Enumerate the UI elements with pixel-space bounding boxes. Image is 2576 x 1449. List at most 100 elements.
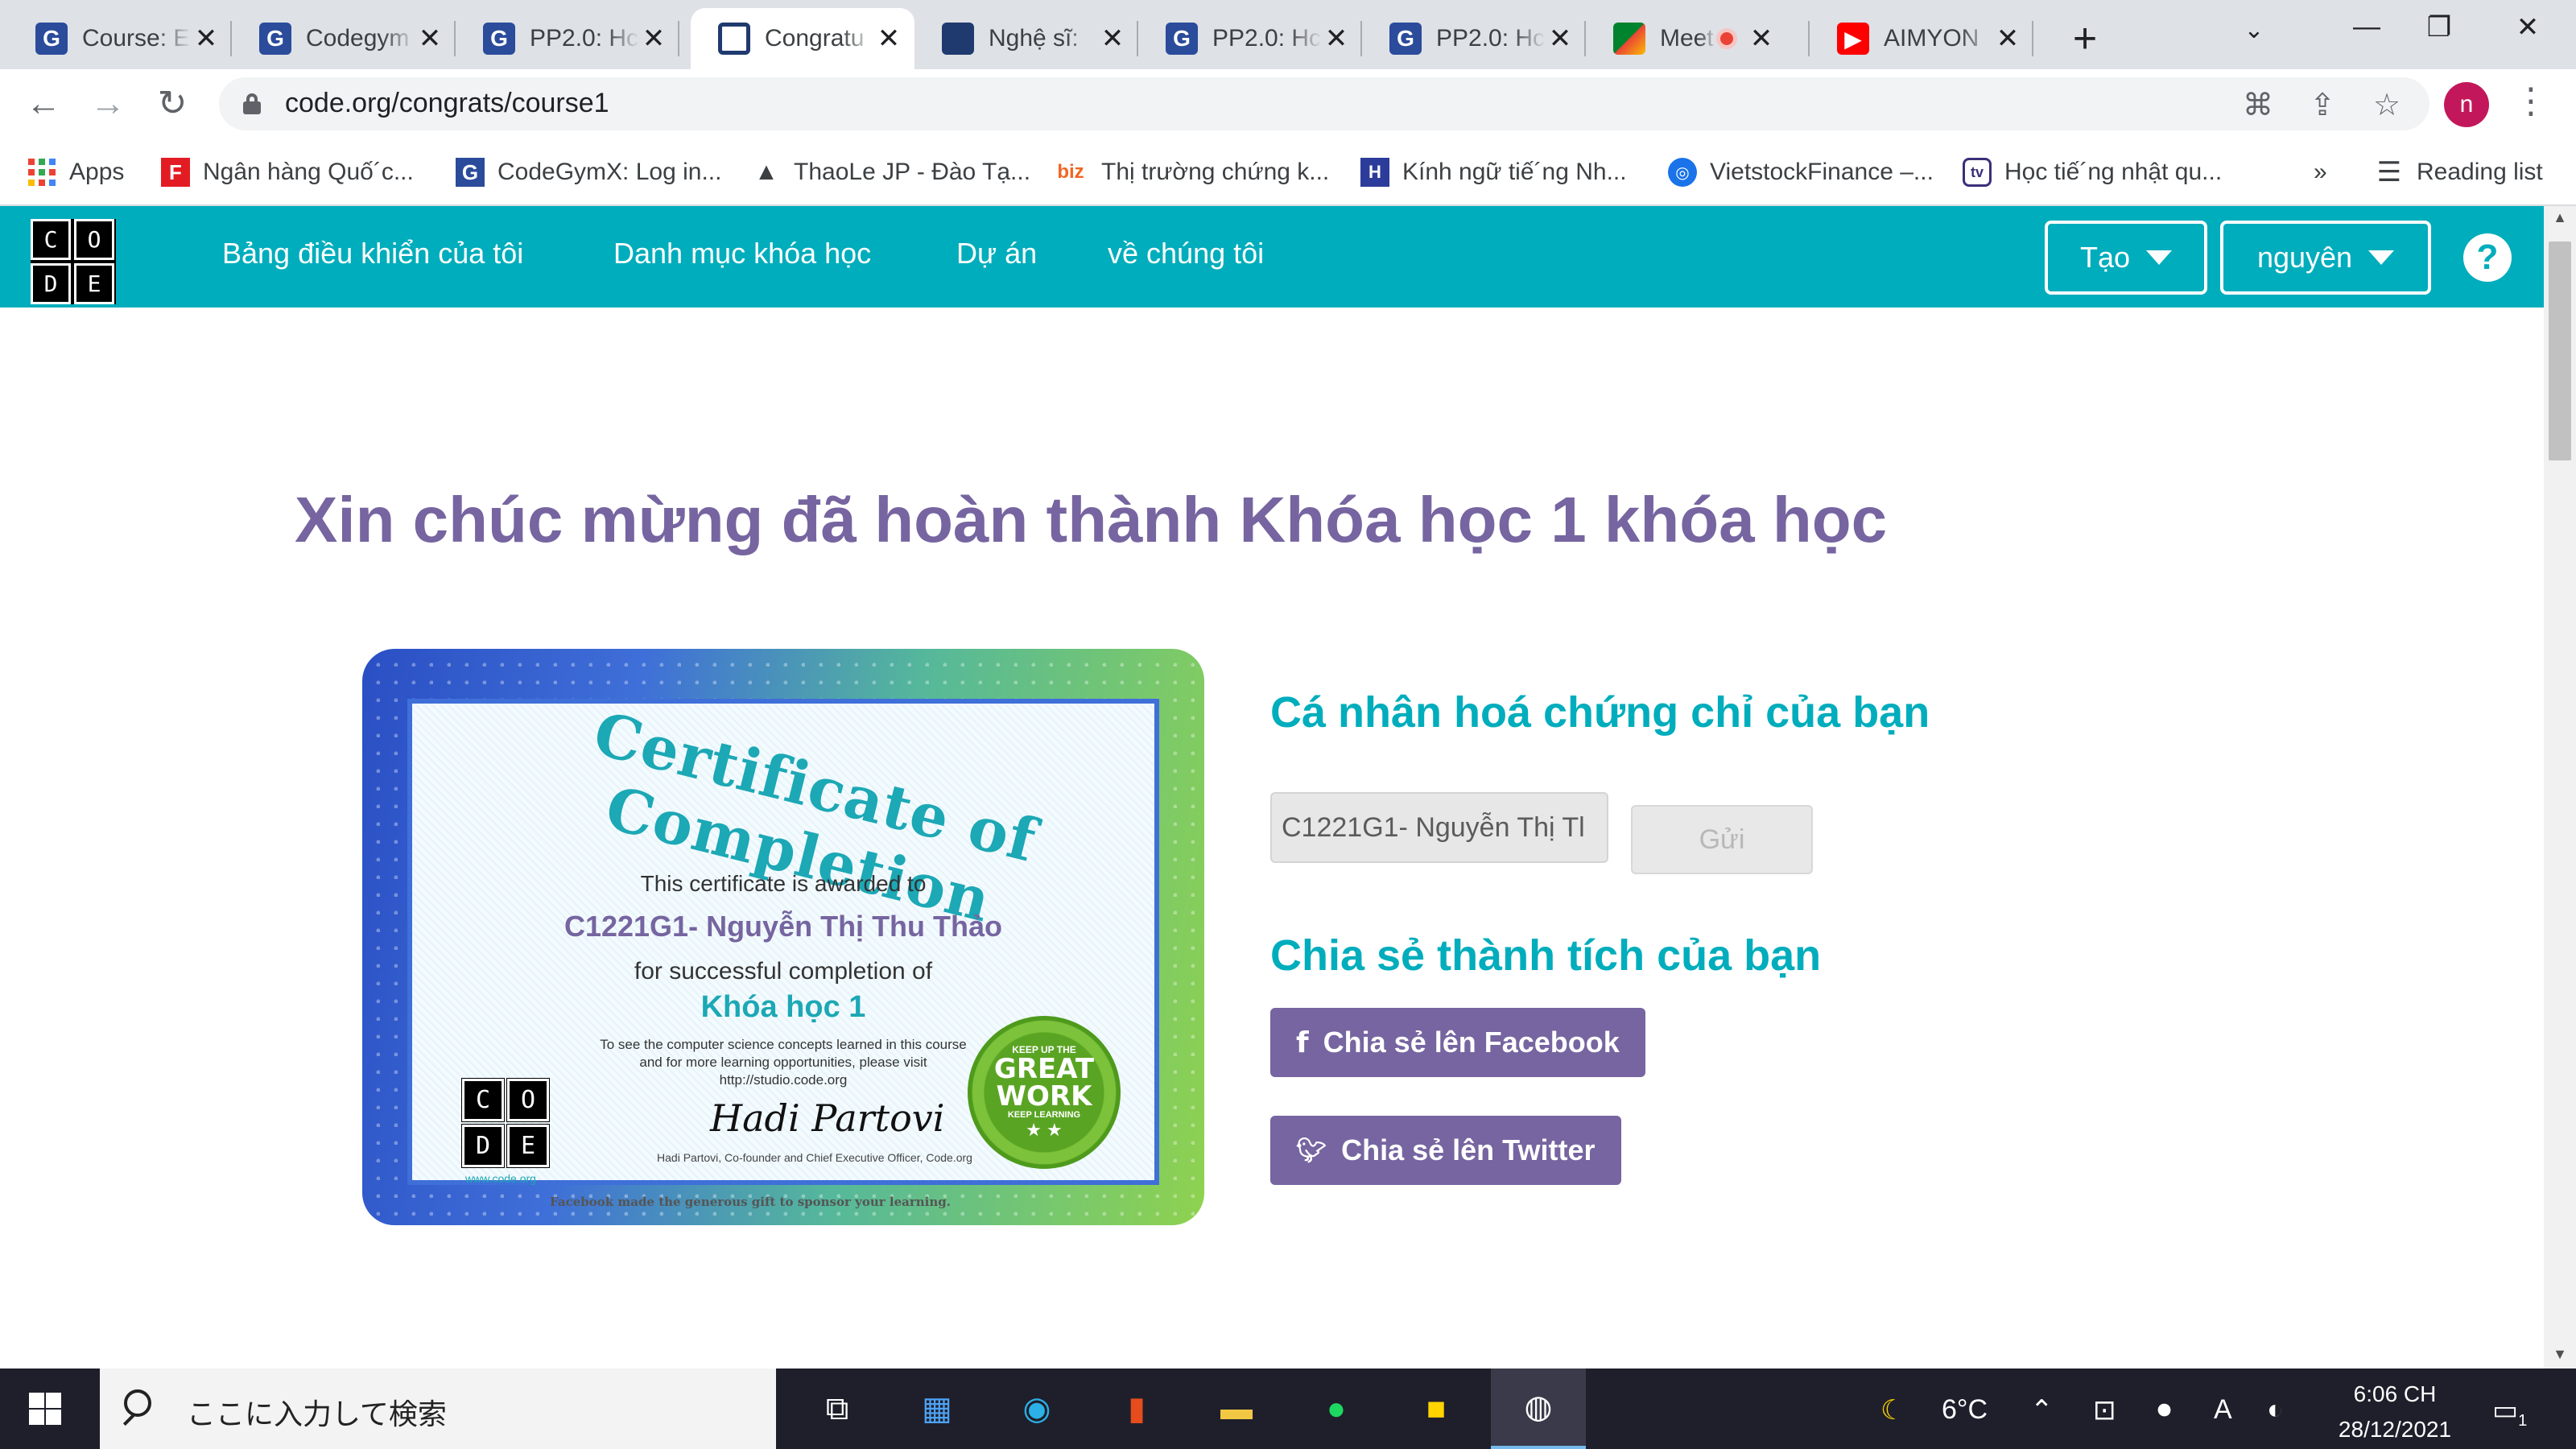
reading-list[interactable]: ☰ Reading list <box>2375 153 2543 192</box>
tab-pp2-1[interactable]: G PP2.0: Hc ✕ <box>456 8 679 69</box>
tab-title: Congratu <box>765 25 865 52</box>
certificate-name-input[interactable] <box>1270 792 1608 863</box>
tab-pp2-2[interactable]: G PP2.0: Hc ✕ <box>1138 8 1362 69</box>
microphone-icon[interactable]: ⏺ <box>2157 1394 2171 1426</box>
bookmark-stock-market[interactable]: biz Thị trường chứng k... <box>1053 153 1329 192</box>
scroll-down-icon[interactable]: ▼ <box>2544 1346 2576 1363</box>
tab-title: Codegym <box>306 25 410 52</box>
new-tab-icon[interactable]: + <box>2061 14 2109 63</box>
back-icon[interactable]: ← <box>21 85 66 122</box>
tab-aimyon[interactable]: ▶ AIMYON ✕ <box>1810 8 2033 69</box>
nav-course-catalog[interactable]: Danh mục khóa học <box>613 237 871 270</box>
browser-tab-strip: G Course: E ✕ G Codegym ✕ G PP2.0: Hc ✕ … <box>0 0 2576 69</box>
ime-indicator[interactable]: A <box>2214 1394 2232 1426</box>
close-icon[interactable]: ✕ <box>1098 23 1127 54</box>
edge-icon[interactable]: ◉ <box>1013 1385 1061 1433</box>
dark-mode-icon[interactable]: ◐ <box>2267 1394 2284 1426</box>
caret-down-icon <box>2146 250 2173 265</box>
close-icon[interactable]: ✕ <box>192 23 221 54</box>
tab-meet[interactable]: Meet ✕ <box>1586 8 1810 69</box>
bookmark-star-icon[interactable]: ☆ <box>2367 87 2407 123</box>
camera-icon[interactable]: ⊡ <box>2093 1394 2116 1426</box>
bookmark-apps[interactable]: Apps <box>27 153 124 192</box>
taskbar-search[interactable]: ここに入力して検索 <box>100 1368 776 1449</box>
temperature[interactable]: 6°C <box>1942 1394 1988 1426</box>
tab-nghe-si[interactable]: Nghệ sĩ: ✕ <box>914 8 1138 69</box>
task-view-icon[interactable]: ⧉ <box>813 1385 861 1433</box>
codegym-favicon: G <box>1389 23 1422 55</box>
system-clock[interactable]: 6:06 CH 28/12/2021 <box>2326 1377 2463 1447</box>
reload-icon[interactable]: ↻ <box>150 85 195 122</box>
url-text[interactable]: code.org/congrats/course1 <box>285 88 609 119</box>
create-dropdown[interactable]: Tạo <box>2045 221 2207 295</box>
file-explorer-icon[interactable]: ▬ <box>1212 1385 1261 1433</box>
share-icon[interactable]: ⇪ <box>2302 87 2343 123</box>
scrollbar-thumb[interactable] <box>2549 242 2571 460</box>
forward-icon[interactable]: → <box>85 85 130 122</box>
certificate-sponsor: Facebook made the generous gift to spons… <box>550 1195 951 1209</box>
windows-start-icon[interactable] <box>29 1393 61 1425</box>
nav-about-us[interactable]: về chúng tôi <box>1108 237 1264 270</box>
submit-button[interactable]: Gửi <box>1631 805 1813 874</box>
sticky-notes-icon[interactable]: ■ <box>1412 1385 1460 1433</box>
share-facebook-button[interactable]: f Chia sẻ lên Facebook <box>1270 1008 1645 1077</box>
tab-congratulations[interactable]: Congratu ✕ <box>691 8 914 69</box>
code-org-favicon <box>942 23 974 55</box>
close-icon[interactable]: ✕ <box>1322 23 1351 54</box>
site-header: C O D E Bảng điều khiển của tôi Danh mục… <box>0 206 2544 308</box>
help-icon[interactable]: ? <box>2463 233 2512 282</box>
page-scrollbar[interactable]: ▲ ▼ <box>2544 206 2576 1368</box>
bookmarks-overflow-icon[interactable]: » <box>2314 153 2327 192</box>
restore-icon[interactable]: ❐ <box>2415 11 2463 43</box>
bookmark-thaole[interactable]: ▲ ThaoLe JP - Đào Tạ... <box>752 153 1030 192</box>
great-work-seal: KEEP UP THE GREAT WORK KEEP LEARNING ★ ★ <box>968 1016 1121 1169</box>
star-icon: ★ ★ <box>1026 1120 1063 1140</box>
close-icon[interactable]: ✕ <box>874 23 903 54</box>
chrome-icon[interactable]: ◍ <box>1491 1368 1586 1449</box>
close-icon[interactable]: ✕ <box>639 23 668 54</box>
bookmark-codegymx[interactable]: G CodeGymX: Log in... <box>456 153 721 192</box>
tab-search-chevron-icon[interactable]: ⌄ <box>2230 16 2278 44</box>
bookmark-bank[interactable]: F Ngân hàng Quố´c... <box>161 153 414 192</box>
tab-course[interactable]: G Course: E ✕ <box>8 8 232 69</box>
certificate-signer: Hadi Partovi, Co-founder and Chief Execu… <box>657 1151 972 1164</box>
close-icon[interactable]: ✕ <box>415 23 444 54</box>
browser-menu-icon[interactable]: ⋮ <box>2513 80 2549 122</box>
codegym-favicon: G <box>259 23 291 55</box>
close-icon[interactable]: ✕ <box>1546 23 1575 54</box>
certificate-recipient: C1221G1- Nguyễn Thị Thu Thảo <box>564 910 1003 943</box>
window-close-icon[interactable]: ✕ <box>2504 11 2552 43</box>
address-bar[interactable]: code.org/congrats/course1 ⌘ ⇪ ☆ <box>219 77 2429 130</box>
office-icon[interactable]: ▮ <box>1113 1385 1161 1433</box>
close-icon[interactable]: ✕ <box>1993 23 2022 54</box>
microsoft-store-icon[interactable]: ▦ <box>913 1385 961 1433</box>
tab-title: Meet <box>1660 25 1714 52</box>
personalize-heading: Cá nhân hoá chứng chỉ của bạn <box>1270 688 1930 737</box>
bookmark-learn-japanese[interactable]: tv Học tiế´ng nhật qu... <box>1963 153 2222 192</box>
share-twitter-button[interactable]: 🐦︎ Chia sẻ lên Twitter <box>1270 1116 1621 1185</box>
show-hidden-icons-icon[interactable]: ⌃ <box>2030 1394 2054 1426</box>
tab-codegym[interactable]: G Codegym ✕ <box>232 8 456 69</box>
recording-icon <box>1716 28 1737 49</box>
translate-icon[interactable]: ⌘ <box>2238 87 2278 123</box>
spotify-icon[interactable]: ● <box>1312 1385 1360 1433</box>
tab-pp2-3[interactable]: G PP2.0: Hc ✕ <box>1362 8 1586 69</box>
notification-icon[interactable]: ▭1 <box>2492 1394 2527 1430</box>
search-icon <box>124 1389 151 1417</box>
code-org-favicon <box>718 23 750 55</box>
minimize-icon[interactable]: — <box>2343 11 2391 43</box>
scroll-up-icon[interactable]: ▲ <box>2544 209 2576 226</box>
code-org-logo[interactable]: C O D E <box>31 219 116 304</box>
google-meet-favicon <box>1613 23 1645 55</box>
certificate-image: Certificate of Completion This certifica… <box>362 649 1204 1225</box>
codegym-favicon: G <box>1166 23 1198 55</box>
user-dropdown[interactable]: nguyên <box>2220 221 2431 295</box>
bookmark-vietstock[interactable]: ◎ VietstockFinance –... <box>1668 153 1934 192</box>
bookmark-keigo[interactable]: H Kính ngữ tiế´ng Nh... <box>1360 153 1627 192</box>
nav-my-dashboard[interactable]: Bảng điều khiển của tôi <box>222 237 523 270</box>
profile-avatar[interactable]: n <box>2444 82 2489 127</box>
weather-moon-icon[interactable]: ☾ <box>1880 1394 1905 1426</box>
close-icon[interactable]: ✕ <box>1747 23 1776 54</box>
caret-down-icon <box>2368 250 2395 265</box>
nav-projects[interactable]: Dự án <box>956 237 1037 270</box>
